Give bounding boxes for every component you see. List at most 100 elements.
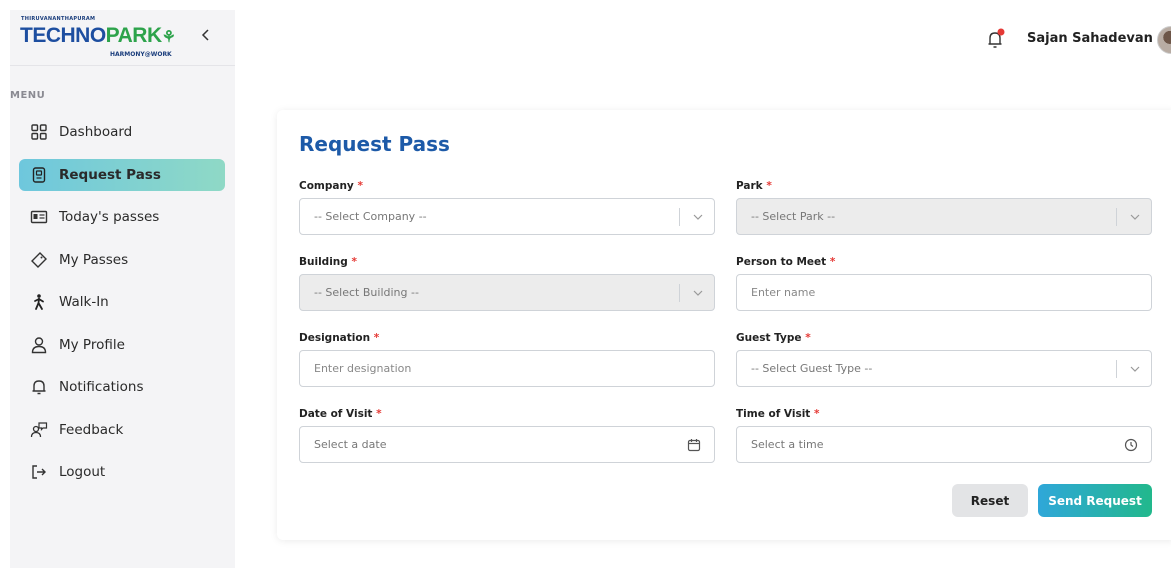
user-icon <box>29 335 49 355</box>
chevron-left-icon <box>201 29 209 41</box>
building-select[interactable]: -- Select Building -- <box>299 274 715 311</box>
designation-input-wrapper <box>299 350 715 387</box>
ticket-icon <box>29 250 49 270</box>
select-separator <box>679 207 680 226</box>
company-field: Company * -- Select Company -- <box>299 180 715 235</box>
walking-person-icon <box>29 292 49 312</box>
person-to-meet-input[interactable] <box>751 286 1151 299</box>
request-pass-card: Request Pass Company * -- Select Company… <box>277 110 1171 540</box>
logo-sub-text: HARMONY@WORK <box>110 51 172 58</box>
building-placeholder: -- Select Building -- <box>314 286 419 299</box>
sidebar-item-dashboard[interactable]: Dashboard <box>19 116 225 148</box>
designation-field: Designation * <box>299 332 715 387</box>
select-separator <box>679 283 680 302</box>
notification-bell-button[interactable] <box>986 28 1006 50</box>
company-placeholder: -- Select Company -- <box>314 210 427 223</box>
date-of-visit-label-text: Date of Visit <box>299 408 373 420</box>
sidebar-item-my-passes[interactable]: My Passes <box>19 244 225 276</box>
logo-text-park: PARK <box>105 24 162 47</box>
required-marker: * <box>829 256 836 268</box>
sidebar-item-label: Feedback <box>59 421 124 438</box>
sidebar-item-logout[interactable]: Logout <box>19 456 225 488</box>
sidebar-item-request-pass[interactable]: Request Pass <box>19 158 225 191</box>
building-label: Building * <box>299 256 715 268</box>
building-field: Building * -- Select Building -- <box>299 256 715 311</box>
guest-type-placeholder: -- Select Guest Type -- <box>751 362 873 375</box>
park-label-text: Park <box>736 180 763 192</box>
calendar-icon[interactable] <box>682 438 706 452</box>
bell-icon <box>29 377 49 397</box>
reset-button[interactable]: Reset <box>952 484 1028 517</box>
logo: TECHNOPARK⚘ <box>20 24 176 48</box>
sidebar-item-label: Request Pass <box>59 166 161 183</box>
required-marker: * <box>351 256 357 268</box>
send-request-button[interactable]: Send Request <box>1038 484 1152 517</box>
logout-icon <box>29 462 49 482</box>
logo-area: THIRUVANANTHAPURAM TECHNOPARK⚘ HARMONY@W… <box>10 10 235 66</box>
app-root: THIRUVANANTHAPURAM TECHNOPARK⚘ HARMONY@W… <box>0 0 1171 568</box>
guest-type-label-text: Guest Type <box>736 332 802 344</box>
sidebar-item-label: Logout <box>59 464 106 480</box>
company-select[interactable]: -- Select Company -- <box>299 198 715 235</box>
required-marker: * <box>357 180 363 192</box>
guest-type-field: Guest Type * -- Select Guest Type -- <box>736 332 1152 387</box>
sidebar-item-notifications[interactable]: Notifications <box>19 371 225 403</box>
page-title: Request Pass <box>299 132 450 156</box>
park-label: Park * <box>736 180 1152 192</box>
date-of-visit-input[interactable]: Select a date <box>299 426 715 463</box>
time-of-visit-label-text: Time of Visit <box>736 408 811 420</box>
avatar[interactable] <box>1157 26 1171 54</box>
company-label-text: Company <box>299 180 354 192</box>
sidebar-item-walk-in[interactable]: Walk-In <box>19 286 225 318</box>
chevron-down-icon <box>688 210 708 223</box>
date-placeholder: Select a date <box>314 438 387 451</box>
chevron-down-icon <box>688 286 708 299</box>
required-marker: * <box>813 408 820 420</box>
park-field: Park * -- Select Park -- <box>736 180 1152 235</box>
required-marker: * <box>805 332 811 344</box>
park-select[interactable]: -- Select Park -- <box>736 198 1152 235</box>
time-of-visit-label: Time of Visit * <box>736 408 1152 420</box>
sidebar-item-label: Walk-In <box>59 294 109 310</box>
sidebar-item-feedback[interactable]: Feedback <box>19 414 225 446</box>
chevron-down-icon <box>1125 210 1145 223</box>
collapse-sidebar-button[interactable] <box>199 28 213 46</box>
sidebar-item-label: My Passes <box>59 251 129 268</box>
sidebar-menu: Dashboard Request Pass Today's passes My… <box>19 116 225 499</box>
time-of-visit-input[interactable]: Select a time <box>736 426 1152 463</box>
sidebar-item-todays-passes[interactable]: Today's passes <box>19 201 225 233</box>
logo-leaf-icon: ⚘ <box>161 29 176 46</box>
park-placeholder: -- Select Park -- <box>751 210 836 223</box>
menu-title: MENU <box>10 90 46 101</box>
bell-icon <box>988 28 1005 48</box>
logo-top-text: THIRUVANANTHAPURAM <box>21 16 96 22</box>
sidebar-item-label: Notifications <box>59 379 144 395</box>
select-separator <box>1116 359 1117 378</box>
sidebar-item-my-profile[interactable]: My Profile <box>19 329 225 361</box>
person-to-meet-field: Person to Meet * <box>736 256 1152 311</box>
company-label: Company * <box>299 180 715 192</box>
clock-icon[interactable] <box>1119 438 1143 452</box>
date-of-visit-field: Date of Visit * Select a date <box>299 408 715 463</box>
time-of-visit-field: Time of Visit * Select a time <box>736 408 1152 463</box>
sidebar-item-label: My Profile <box>59 336 125 353</box>
id-card-icon <box>29 207 49 227</box>
time-placeholder: Select a time <box>751 438 824 451</box>
designation-label: Designation * <box>299 332 715 344</box>
sidebar-item-label: Today's passes <box>59 209 160 225</box>
request-pass-icon <box>29 165 49 185</box>
guest-type-select[interactable]: -- Select Guest Type -- <box>736 350 1152 387</box>
sidebar: THIRUVANANTHAPURAM TECHNOPARK⚘ HARMONY@W… <box>10 10 235 568</box>
designation-label-text: Designation <box>299 332 371 344</box>
required-marker: * <box>373 332 380 344</box>
select-separator <box>1116 207 1117 226</box>
designation-input[interactable] <box>314 362 714 375</box>
dashboard-icon <box>29 122 49 142</box>
building-label-text: Building <box>299 256 348 268</box>
user-name[interactable]: Sajan Sahadevan <box>1027 31 1153 46</box>
person-to-meet-label: Person to Meet * <box>736 256 1152 268</box>
person-to-meet-label-text: Person to Meet <box>736 256 827 268</box>
person-to-meet-input-wrapper <box>736 274 1152 311</box>
feedback-icon <box>29 420 49 440</box>
guest-type-label: Guest Type * <box>736 332 1152 344</box>
